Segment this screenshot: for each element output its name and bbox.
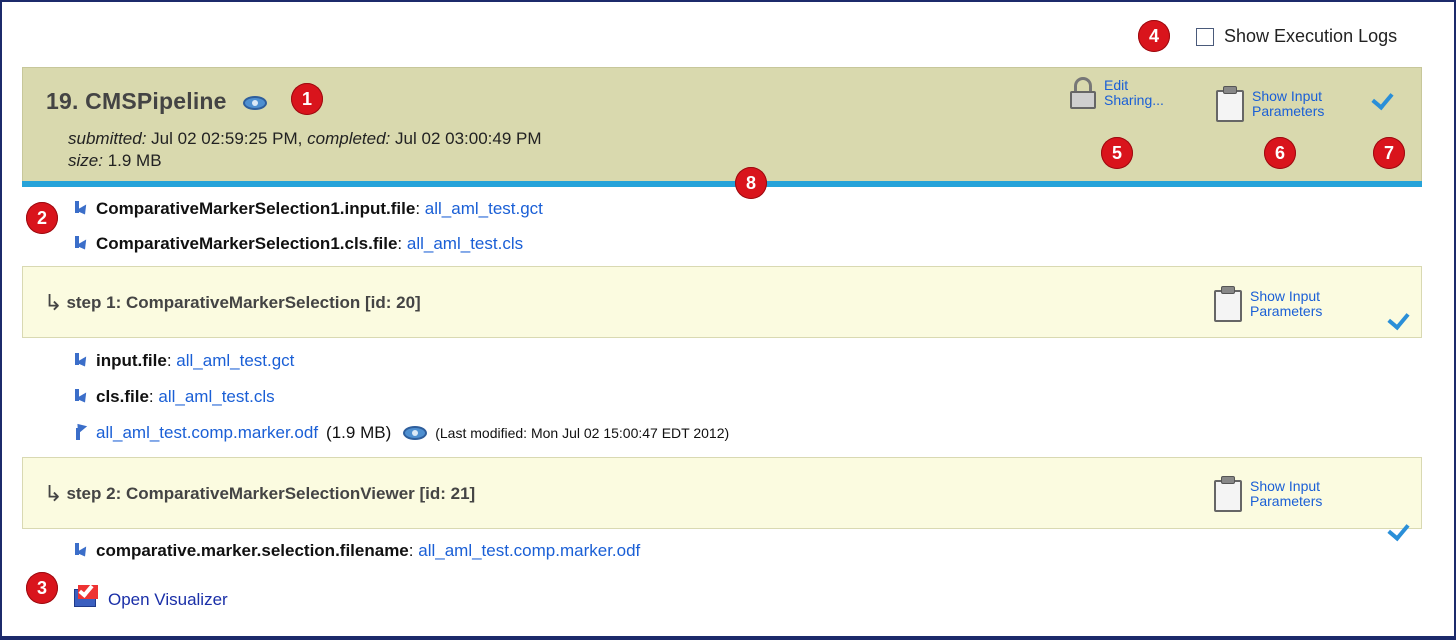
show-params-line2: Parameters [1250,303,1323,319]
param-value-link[interactable]: all_aml_test.cls [158,387,274,406]
clipboard-icon [1212,476,1244,512]
param-value-link[interactable]: all_aml_test.cls [407,234,523,253]
callout-badge-8: 8 [735,167,767,199]
callout-badge-5: 5 [1101,137,1133,169]
show-params-line2: Parameters [1250,493,1323,509]
step-2-title-row[interactable]: ↳ step 2: ComparativeMarkerSelectionView… [44,481,475,507]
callout-badge-3: 3 [26,572,58,604]
edit-sharing-line2: Sharing... [1104,92,1164,108]
job-meta: submitted: Jul 02 02:59:25 PM, completed… [68,128,542,172]
open-visualizer-row[interactable]: Open Visualizer [74,580,228,610]
view-icon[interactable] [243,95,268,110]
param-sep: : [148,387,154,406]
show-execution-logs[interactable]: Show Execution Logs [1196,26,1397,47]
size-label: size: [68,151,103,170]
param-name: cls.file [96,387,149,406]
param-sep: : [408,541,414,560]
callout-badge-1: 1 [291,83,323,115]
size-value: 1.9 MB [107,151,162,170]
job-complete-check-icon [1368,88,1394,108]
step-1-title-row[interactable]: ↳ step 1: ComparativeMarkerSelection [id… [44,290,421,316]
step-1-title: step 1: ComparativeMarkerSelection [id: … [66,293,421,312]
step-input-row: input.file: all_aml_test.gct [72,351,294,371]
callout-badge-4: 4 [1138,20,1170,52]
show-params-line1: Show Input [1250,478,1321,494]
edit-sharing-line1: Edit [1104,77,1129,93]
step-2-complete-check-icon [1384,519,1410,539]
execution-logs-label: Show Execution Logs [1224,26,1398,46]
job-divider-bar [22,181,1422,187]
submitted-label: submitted: [68,129,147,148]
job-input-row: ComparativeMarkerSelection1.input.file: … [72,199,543,219]
param-name: comparative.marker.selection.filename [96,541,409,560]
show-params-line2: Parameters [1252,103,1325,119]
input-file-icon [72,353,88,369]
show-params-line1: Show Input [1252,88,1323,104]
param-value-link[interactable]: all_aml_test.gct [176,351,294,370]
param-sep: : [166,351,172,370]
param-value-link[interactable]: all_aml_test.comp.marker.odf [418,541,640,560]
job-title: 19. CMSPipeline [46,88,227,114]
callout-badge-6: 6 [1264,137,1296,169]
visualizer-icon [74,582,100,607]
job-title-row: 19. CMSPipeline [46,88,268,115]
input-file-icon [72,543,88,559]
callout-badge-7: 7 [1373,137,1405,169]
lock-icon [1068,77,1098,109]
step-arrow-icon: ↳ [44,481,63,506]
submitted-value: Jul 02 02:59:25 PM, [151,129,303,148]
output-last-modified: (Last modified: Mon Jul 02 15:00:47 EDT … [435,425,730,441]
param-name: input.file [96,351,167,370]
clipboard-icon [1214,86,1246,122]
step-output-row: all_aml_test.comp.marker.odf (1.9 MB) (L… [72,423,729,443]
edit-sharing-button[interactable]: Edit Sharing... [1068,77,1164,109]
input-file-icon [72,389,88,405]
output-file-link[interactable]: all_aml_test.comp.marker.odf [96,423,318,443]
execution-logs-checkbox[interactable] [1196,27,1214,46]
completed-label: completed: [307,129,391,148]
input-file-icon [72,201,88,217]
step-2-title: step 2: ComparativeMarkerSelectionViewer… [66,484,476,503]
step-1-show-input-parameters-button[interactable]: Show Input Parameters [1212,286,1322,322]
output-file-icon [72,425,88,441]
step-input-row: comparative.marker.selection.filename: a… [72,541,640,561]
step-input-row: cls.file: all_aml_test.cls [72,387,275,407]
callout-badge-2: 2 [26,202,58,234]
job-input-row: ComparativeMarkerSelection1.cls.file: al… [72,234,523,254]
completed-value: Jul 02 03:00:49 PM [395,129,542,148]
step-arrow-icon: ↳ [44,290,63,315]
param-value-link[interactable]: all_aml_test.gct [425,199,543,218]
view-icon[interactable] [403,426,428,440]
step-1-complete-check-icon [1384,308,1410,328]
param-sep: : [415,199,421,218]
clipboard-icon [1212,286,1244,322]
open-visualizer-link[interactable]: Open Visualizer [108,590,228,610]
input-file-icon [72,236,88,252]
param-sep: : [397,234,403,253]
step-2-show-input-parameters-button[interactable]: Show Input Parameters [1212,476,1322,512]
job-show-input-parameters-button[interactable]: Show Input Parameters [1214,86,1324,122]
param-name: ComparativeMarkerSelection1.cls.file [96,234,398,253]
output-file-size: (1.9 MB) [326,423,392,442]
show-params-line1: Show Input [1250,288,1321,304]
param-name: ComparativeMarkerSelection1.input.file [96,199,416,218]
